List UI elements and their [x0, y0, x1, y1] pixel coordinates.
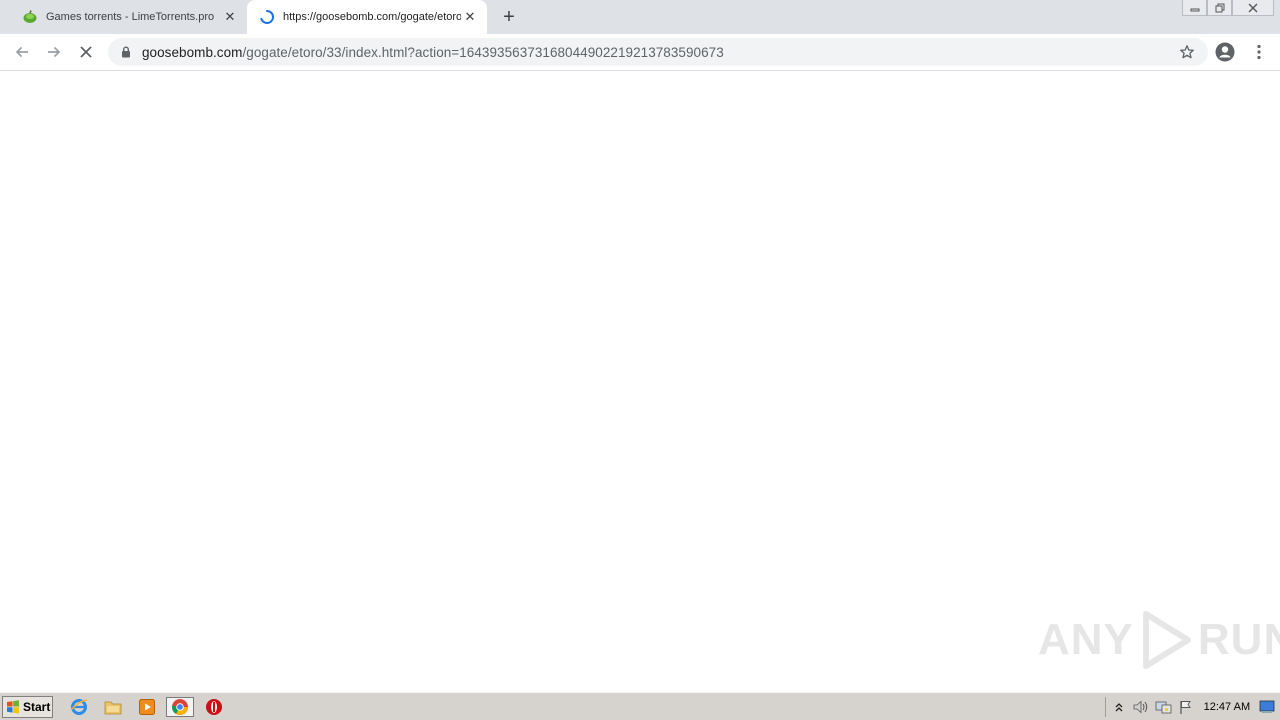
- file-explorer-icon[interactable]: [102, 697, 124, 717]
- media-player-icon[interactable]: [136, 697, 158, 717]
- limetorrents-icon: [22, 9, 38, 25]
- anyrun-watermark: ANY RUN: [1038, 611, 1280, 669]
- forward-arrow-icon: [48, 46, 61, 58]
- show-hidden-icons-icon[interactable]: [1110, 697, 1128, 717]
- back-button[interactable]: [8, 38, 36, 66]
- windows-logo-icon: [7, 700, 19, 714]
- internet-explorer-icon[interactable]: [68, 697, 90, 717]
- window-controls: [1182, 0, 1274, 18]
- minimize-button[interactable]: [1182, 0, 1207, 16]
- address-bar[interactable]: goosebomb.com/gogate/etoro/33/index.html…: [108, 38, 1208, 66]
- tab-title: Games torrents - LimeTorrents.pro: [46, 11, 215, 23]
- close-window-button[interactable]: [1232, 0, 1274, 16]
- restore-button[interactable]: [1207, 0, 1232, 16]
- network-icon[interactable]: [1154, 697, 1172, 717]
- close-tab-icon[interactable]: ✕: [221, 8, 239, 26]
- action-center-flag-icon[interactable]: [1176, 697, 1194, 717]
- profile-avatar-icon[interactable]: [1214, 41, 1236, 63]
- url-domain: goosebomb.com: [142, 44, 243, 60]
- taskbar: Start 12:47 AM: [0, 692, 1280, 720]
- forward-button[interactable]: [40, 38, 68, 66]
- tab-title: https://goosebomb.com/gogate/etoro/33/in…: [283, 11, 461, 23]
- start-label: Start: [23, 700, 51, 714]
- url-text: goosebomb.com/gogate/etoro/33/index.html…: [142, 45, 724, 60]
- lock-icon[interactable]: [118, 46, 134, 58]
- chrome-icon[interactable]: [166, 697, 194, 717]
- stop-icon: [80, 46, 92, 58]
- tab-strip: Games torrents - LimeTorrents.pro ✕ http…: [0, 0, 1280, 34]
- play-icon: [1142, 611, 1191, 669]
- tab-limetorrents[interactable]: Games torrents - LimeTorrents.pro ✕: [8, 0, 247, 34]
- page-viewport[interactable]: [0, 71, 1280, 692]
- new-tab-button[interactable]: +: [498, 6, 520, 28]
- show-desktop-icon[interactable]: [1258, 697, 1276, 717]
- browser-menu-icon[interactable]: [1249, 41, 1269, 63]
- url-path: /gogate/etoro/33/index.html?action=16439…: [242, 44, 724, 60]
- close-tab-icon[interactable]: ✕: [461, 8, 479, 26]
- back-arrow-icon: [15, 46, 28, 58]
- browser-toolbar: goosebomb.com/gogate/etoro/33/index.html…: [0, 34, 1280, 71]
- volume-icon[interactable]: [1132, 697, 1150, 717]
- tab-goosebomb[interactable]: https://goosebomb.com/gogate/etoro/33/in…: [247, 0, 487, 34]
- opera-icon[interactable]: [203, 697, 225, 717]
- stop-loading-button[interactable]: [72, 38, 100, 66]
- watermark-left-text: ANY: [1038, 615, 1134, 664]
- bookmark-star-icon[interactable]: [1178, 43, 1196, 61]
- clock[interactable]: 12:47 AM: [1204, 701, 1250, 713]
- system-tray: 12:47 AM: [1105, 695, 1280, 719]
- tray-separator: [1105, 697, 1106, 717]
- start-button[interactable]: Start: [2, 696, 53, 718]
- watermark-right-text: RUN: [1197, 615, 1280, 664]
- loading-spinner-icon: [259, 9, 275, 25]
